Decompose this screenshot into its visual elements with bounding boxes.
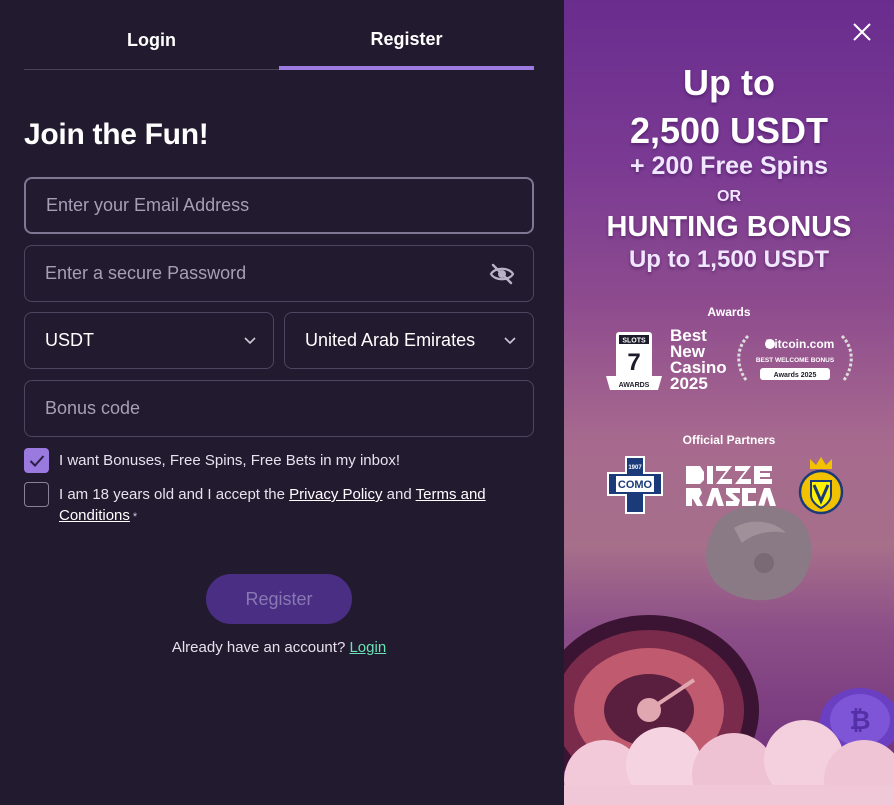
bonus-code-field[interactable] — [24, 380, 534, 437]
bitcoin-ribbon: Awards 2025 — [774, 372, 817, 379]
login-prompt: Already have an account? Login — [0, 639, 558, 656]
chevron-down-icon — [244, 337, 256, 345]
awards-label: Awards — [707, 305, 751, 319]
password-field[interactable] — [24, 245, 534, 302]
checkmark-icon — [29, 454, 44, 467]
tab-register[interactable]: Register — [279, 14, 534, 70]
promo-line-6: Up to 1,500 USDT — [628, 246, 830, 273]
terms-checkbox-label: I am 18 years old and I accept the Priva… — [59, 482, 524, 528]
promo-panel: Up to 2,500 USDT + 200 Free Spins OR HUN… — [564, 0, 894, 805]
terms-prefix: I am 18 years old and I accept the — [59, 486, 285, 503]
como-logo: COMO 1907 — [607, 456, 663, 514]
slots-award-badge: SLOTS 7 AWARDS — [606, 332, 662, 390]
promo-line-1: Up to — [683, 62, 775, 103]
terms-and: and — [386, 486, 412, 503]
terms-checkbox[interactable] — [24, 482, 49, 507]
promo-line-2: 2,500 USDT — [629, 110, 829, 151]
slots-num: 7 — [627, 349, 640, 376]
close-icon[interactable] — [852, 22, 872, 42]
bitcoin-line: BEST WELCOME BONUS — [756, 357, 835, 364]
currency-select[interactable]: USDT — [24, 312, 274, 369]
currency-value: USDT — [45, 330, 94, 350]
login-link[interactable]: Login — [349, 639, 386, 656]
required-asterisk: * — [132, 511, 138, 523]
cloud-image — [564, 720, 894, 805]
country-select[interactable]: United Arab Emirates — [284, 312, 534, 369]
promo-line-5: HUNTING BONUS — [606, 211, 852, 243]
bonus-code-input[interactable] — [45, 398, 533, 419]
bitcoin-award-badge: Bitcoin.com BEST WELCOME BONUS Awards 20… — [737, 334, 853, 381]
privacy-policy-link[interactable]: Privacy Policy — [289, 486, 382, 503]
terms-consent-row: I am 18 years old and I accept the Priva… — [24, 482, 524, 528]
country-value: United Arab Emirates — [305, 330, 476, 350]
asteroid-rock-image — [706, 505, 812, 601]
tab-login[interactable]: Login — [24, 14, 279, 70]
email-field[interactable] — [24, 177, 534, 234]
email-input[interactable] — [46, 195, 532, 216]
best-new-casino-text: Best New Casino 2025 — [670, 326, 727, 393]
auth-tabs: Login Register — [24, 14, 534, 70]
eye-off-icon[interactable] — [489, 262, 515, 286]
chevron-down-icon — [504, 337, 516, 345]
partners-label: Official Partners — [682, 433, 776, 447]
como-year: 1907 — [628, 465, 642, 471]
slots-ribbon: AWARDS — [619, 382, 650, 389]
bitcoin-brand: Bitcoin.com — [766, 337, 835, 351]
bonuses-checkbox-label: I want Bonuses, Free Spins, Free Bets in… — [59, 452, 400, 469]
already-text: Already have an account? — [171, 639, 346, 656]
promo-line-3: + 200 Free Spins — [629, 152, 829, 180]
password-input[interactable] — [45, 263, 533, 284]
form-title: Join the Fun! — [24, 118, 209, 151]
bonuses-checkbox[interactable] — [24, 448, 49, 473]
registration-panel: Login Register Join the Fun! USDT United… — [0, 0, 564, 805]
register-button[interactable]: Register — [206, 574, 352, 624]
slots-brand: SLOTS — [622, 338, 646, 345]
promo-line-4: OR — [717, 188, 741, 205]
como-name: COMO — [618, 479, 653, 491]
bonuses-consent-row: I want Bonuses, Free Spins, Free Bets in… — [24, 448, 400, 473]
